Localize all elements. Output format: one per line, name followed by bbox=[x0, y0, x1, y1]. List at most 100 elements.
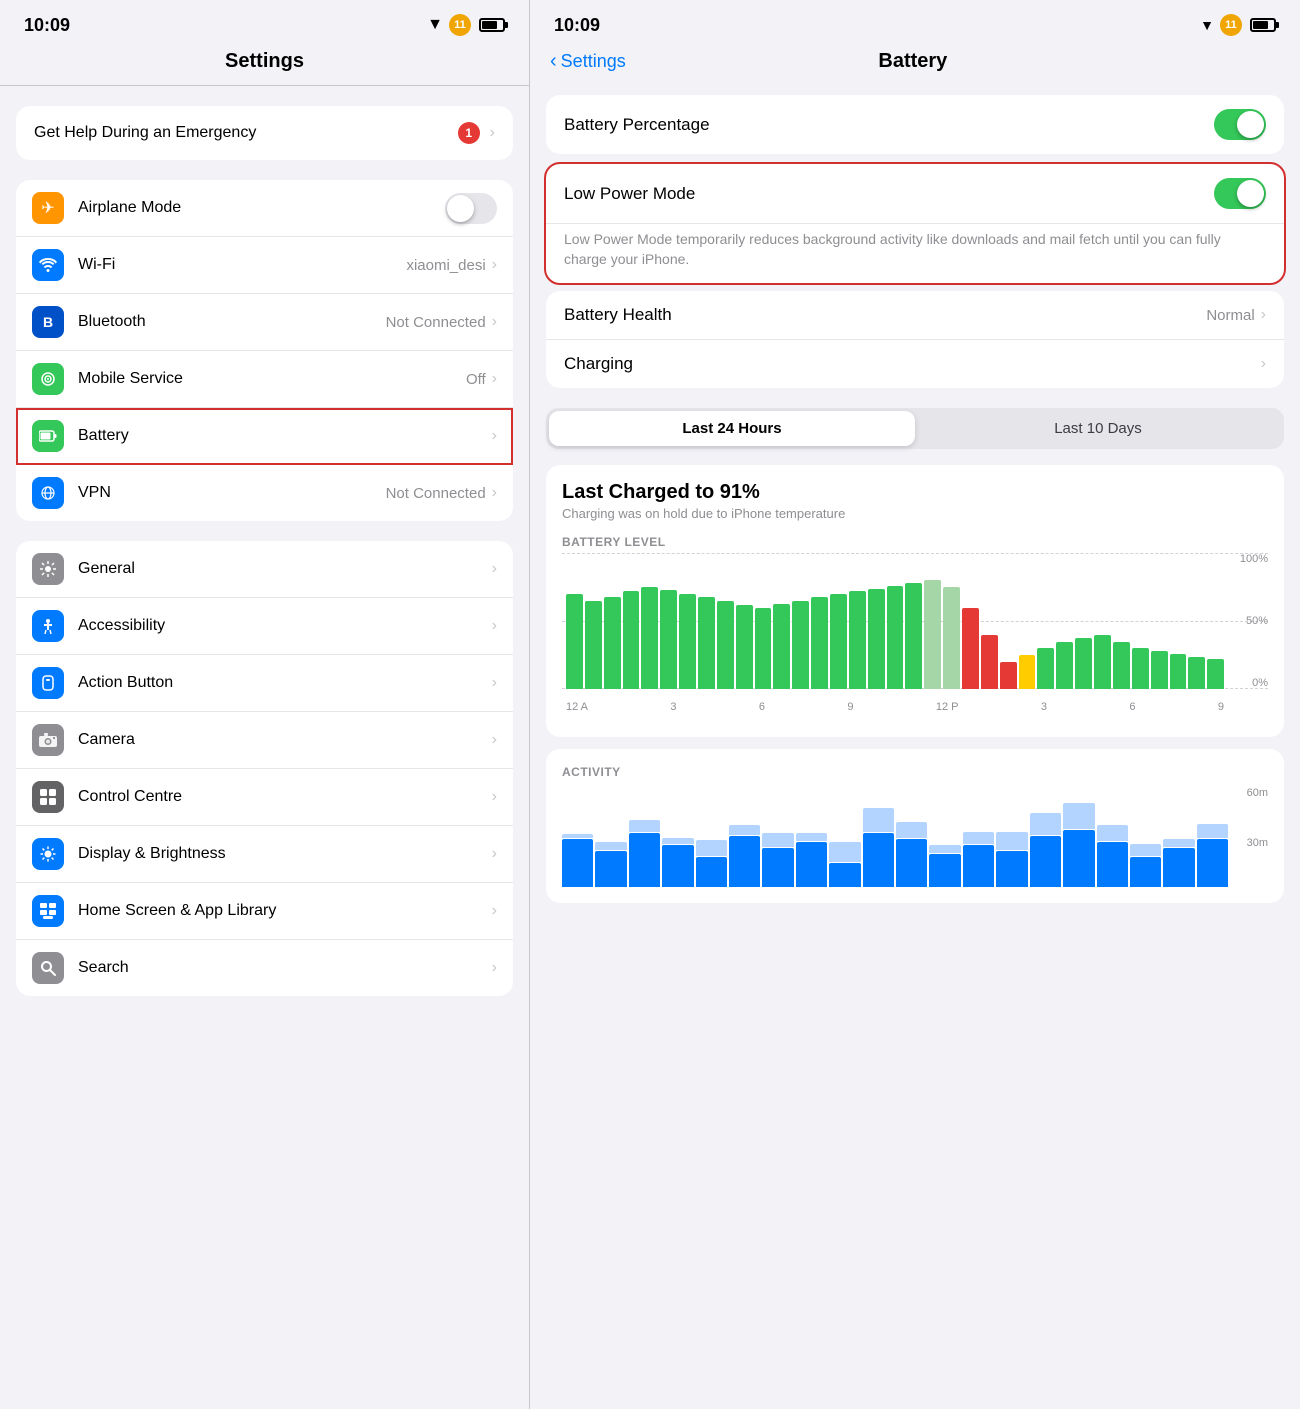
display-brightness-row[interactable]: Display & Brightness › bbox=[16, 826, 513, 883]
activity-bar-dark bbox=[1130, 857, 1161, 887]
activity-bar-dark bbox=[996, 851, 1027, 887]
last-charged-title: Last Charged to 91% bbox=[562, 481, 1268, 504]
battery-percentage-row[interactable]: Battery Percentage bbox=[546, 95, 1284, 154]
activity-bar-group bbox=[629, 787, 660, 887]
wifi-value: xiaomi_desi bbox=[406, 257, 485, 274]
bluetooth-row[interactable]: B Bluetooth Not Connected › bbox=[16, 294, 513, 351]
activity-bar-light bbox=[662, 838, 693, 844]
activity-bar-group bbox=[729, 787, 760, 887]
battery-bar bbox=[623, 591, 640, 689]
battery-chevron: › bbox=[492, 427, 497, 445]
mobile-service-chevron: › bbox=[492, 370, 497, 388]
airplane-mode-label: Airplane Mode bbox=[78, 199, 445, 217]
search-label: Search bbox=[78, 959, 492, 977]
airplane-mode-toggle[interactable] bbox=[445, 193, 497, 224]
back-button[interactable]: ‹ Settings bbox=[550, 50, 626, 73]
activity-bar-group bbox=[996, 787, 1027, 887]
activity-bar-dark bbox=[1063, 830, 1094, 887]
battery-bar bbox=[830, 594, 847, 689]
battery-settings-icon bbox=[32, 420, 64, 452]
battery-bar bbox=[1170, 654, 1187, 689]
battery-bar bbox=[981, 635, 998, 689]
action-button-icon bbox=[32, 667, 64, 699]
low-power-mode-toggle[interactable] bbox=[1214, 178, 1266, 209]
activity-bar-group bbox=[896, 787, 927, 887]
battery-health-value: Normal bbox=[1206, 307, 1254, 324]
last-charged-subtitle: Charging was on hold due to iPhone tempe… bbox=[562, 506, 1268, 521]
left-status-icons: ▼ 11 bbox=[427, 14, 505, 36]
y-label-50: 50% bbox=[1246, 615, 1268, 627]
activity-bar-group bbox=[963, 787, 994, 887]
left-settings-content: Get Help During an Emergency 1 › ✈ Airpl… bbox=[0, 86, 529, 1409]
time-selector: Last 24 Hours Last 10 Days bbox=[546, 408, 1284, 449]
action-button-row[interactable]: Action Button › bbox=[16, 655, 513, 712]
activity-bar-light bbox=[595, 842, 626, 850]
last-24-hours-button[interactable]: Last 24 Hours bbox=[549, 411, 915, 446]
home-screen-row[interactable]: Home Screen & App Library › bbox=[16, 883, 513, 940]
charging-row[interactable]: Charging › bbox=[546, 340, 1284, 388]
wifi-label: Wi-Fi bbox=[78, 256, 406, 274]
battery-bar bbox=[585, 601, 602, 689]
activity-bar-light bbox=[963, 832, 994, 844]
activity-bar-dark bbox=[963, 845, 994, 887]
airplane-mode-row[interactable]: ✈ Airplane Mode bbox=[16, 180, 513, 237]
battery-bar bbox=[868, 589, 885, 690]
home-screen-label: Home Screen & App Library bbox=[78, 902, 492, 920]
low-power-mode-row[interactable]: Low Power Mode bbox=[546, 164, 1284, 224]
low-power-mode-label: Low Power Mode bbox=[564, 184, 1214, 204]
wifi-row[interactable]: Wi-Fi xiaomi_desi › bbox=[16, 237, 513, 294]
general-icon bbox=[32, 553, 64, 585]
bluetooth-value: Not Connected bbox=[386, 314, 486, 331]
accessibility-row[interactable]: Accessibility › bbox=[16, 598, 513, 655]
battery-row[interactable]: Battery › bbox=[16, 408, 513, 465]
activity-bar-dark bbox=[762, 848, 793, 887]
activity-bar-group bbox=[829, 787, 860, 887]
right-battery-icon bbox=[1250, 18, 1276, 32]
emergency-card[interactable]: Get Help During an Emergency 1 › bbox=[16, 106, 513, 160]
battery-bar bbox=[566, 594, 583, 689]
battery-health-row[interactable]: Battery Health Normal › bbox=[546, 291, 1284, 340]
battery-bar bbox=[1000, 662, 1017, 689]
activity-chart-section: ACTIVITY 60m 30m bbox=[546, 749, 1284, 903]
activity-bar-light bbox=[1030, 813, 1061, 835]
x-label-12a: 12 A bbox=[566, 701, 588, 713]
control-centre-icon bbox=[32, 781, 64, 813]
activity-bar-dark bbox=[1097, 842, 1128, 887]
activity-bar-group bbox=[1197, 787, 1228, 887]
battery-bar bbox=[1132, 648, 1149, 689]
last-10-days-button[interactable]: Last 10 Days bbox=[915, 411, 1281, 446]
search-row[interactable]: Search › bbox=[16, 940, 513, 996]
general-row[interactable]: General › bbox=[16, 541, 513, 598]
search-chevron: › bbox=[492, 959, 497, 977]
left-time: 10:09 bbox=[24, 15, 70, 36]
low-power-mode-card: Low Power Mode Low Power Mode temporaril… bbox=[546, 164, 1284, 283]
battery-level-chart-label: BATTERY LEVEL bbox=[562, 535, 1268, 549]
activity-bar-group bbox=[796, 787, 827, 887]
control-centre-label: Control Centre bbox=[78, 788, 492, 806]
act-y-label-60m: 60m bbox=[1247, 787, 1268, 799]
activity-bar-group bbox=[1030, 787, 1061, 887]
mobile-service-label: Mobile Service bbox=[78, 370, 466, 388]
battery-level-chart: 100% 50% 0% 12 A 3 6 9 12 P 3 6 9 bbox=[562, 553, 1268, 713]
battery-bar bbox=[717, 601, 734, 689]
battery-bar bbox=[962, 608, 979, 690]
control-centre-row[interactable]: Control Centre › bbox=[16, 769, 513, 826]
battery-bar bbox=[1094, 635, 1111, 689]
camera-row[interactable]: Camera › bbox=[16, 712, 513, 769]
x-label-9a: 9 bbox=[847, 701, 853, 713]
display-brightness-label: Display & Brightness bbox=[78, 845, 492, 863]
battery-bar bbox=[1019, 655, 1036, 689]
camera-label: Camera bbox=[78, 731, 492, 749]
action-button-chevron: › bbox=[492, 674, 497, 692]
back-label: Settings bbox=[561, 51, 626, 72]
battery-percentage-toggle[interactable] bbox=[1214, 109, 1266, 140]
activity-bar-light bbox=[896, 822, 927, 838]
battery-bar bbox=[1188, 657, 1205, 690]
battery-bar bbox=[849, 591, 866, 689]
battery-bar bbox=[736, 605, 753, 689]
vpn-row[interactable]: VPN Not Connected › bbox=[16, 465, 513, 521]
right-page-title: Battery bbox=[878, 50, 947, 73]
activity-chart-label: ACTIVITY bbox=[562, 765, 1268, 779]
mobile-service-row[interactable]: Mobile Service Off › bbox=[16, 351, 513, 408]
battery-bar bbox=[679, 594, 696, 689]
